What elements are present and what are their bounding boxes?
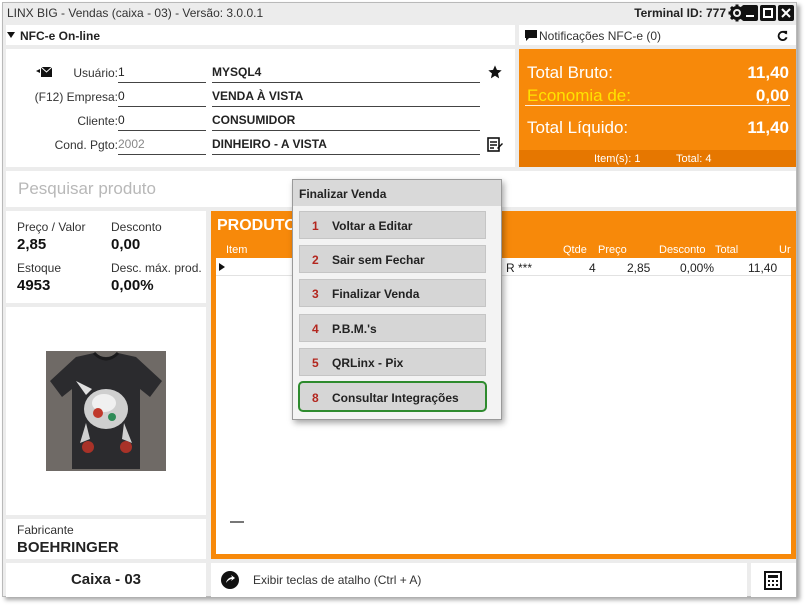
economia-label: Economia de: [527, 86, 631, 105]
pbm-button[interactable]: 4 P.B.M.'s [299, 314, 486, 342]
fabricante-value: BOEHRINGER [17, 539, 119, 556]
total-bruto-row: Total Bruto: 11,40 [527, 63, 789, 85]
title-bar: LINX BIG - Vendas (caixa - 03) - Versão:… [3, 3, 796, 23]
nfce-online-header[interactable]: NFC-e On-line [6, 25, 515, 45]
voltar-editar-button[interactable]: 1 Voltar a Editar [299, 211, 486, 239]
cond-pgto-code-input[interactable]: 2002 [118, 137, 206, 155]
preco-value: 2,85 [17, 236, 47, 253]
cliente-row: Cliente: 0 CONSUMIDOR [6, 109, 515, 131]
minimize-button[interactable] [742, 5, 758, 21]
empresa-code-input[interactable]: 0 [118, 89, 206, 107]
close-button[interactable] [778, 5, 794, 21]
row-preco: 2,85 [627, 261, 651, 275]
total-liquido-label: Total Líquido: [527, 118, 629, 137]
col-total[interactable]: Total [715, 244, 738, 256]
usuario-name: MYSQL4 [212, 65, 480, 83]
fabricante-panel: Fabricante BOEHRINGER [6, 519, 206, 559]
estoque-label: Estoque [17, 261, 62, 275]
col-desconto[interactable]: Desconto [659, 244, 705, 256]
nfce-online-label: NFC-e On-line [20, 29, 100, 43]
notifications-header: Notificações NFC-e (0) [519, 25, 796, 45]
edit-list-icon[interactable] [487, 136, 503, 152]
refresh-icon[interactable] [777, 30, 788, 41]
usuario-code-input[interactable]: 1 [118, 65, 206, 83]
close-icon [781, 8, 791, 18]
cliente-name: CONSUMIDOR [212, 113, 480, 131]
col-preco[interactable]: Preço [598, 244, 627, 256]
preco-label: Preço / Valor [17, 220, 86, 234]
shortcut-bar[interactable]: Exibir teclas de atalho (Ctrl + A) [211, 563, 747, 597]
finalizar-venda-button[interactable]: 3 Finalizar Venda [299, 279, 486, 307]
total-bruto-label: Total Bruto: [527, 63, 613, 82]
horizontal-scrollbar[interactable] [230, 521, 244, 523]
caret-down-icon [7, 32, 15, 38]
empresa-name: VENDA À VISTA [212, 89, 480, 107]
total-bruto-value: 11,40 [747, 63, 789, 82]
cond-pgto-row: Cond. Pgto: 2002 DINHEIRO - A VISTA [6, 133, 515, 155]
caixa-panel: Caixa - 03 [6, 563, 206, 597]
fabricante-label: Fabricante [17, 523, 74, 537]
product-photo-panel [6, 307, 206, 515]
minimize-icon [746, 15, 754, 17]
dialog-header: Finalizar Venda [293, 180, 501, 206]
qrlinx-pix-button[interactable]: 5 QRLinx - Pix [299, 348, 486, 376]
cliente-label: Cliente: [77, 114, 118, 128]
row-qtde: 4 [589, 261, 596, 275]
col-item[interactable]: Item [226, 244, 247, 256]
total-count: Total: 4 [676, 153, 712, 165]
total-liquido-row: Total Líquido: 11,40 [527, 118, 789, 140]
row-pointer-icon [219, 263, 225, 271]
envelope-icon [36, 67, 52, 77]
sair-sem-fechar-button[interactable]: 2 Sair sem Fechar [299, 245, 486, 273]
estoque-value: 4953 [17, 277, 51, 294]
empresa-row: (F12) Empresa: 0 VENDA À VISTA [6, 85, 515, 107]
maximize-icon [763, 8, 773, 18]
calculator-icon [764, 571, 782, 590]
product-photo [46, 351, 166, 471]
usuario-row: Usuário: 1 MYSQL4 [6, 61, 515, 83]
item-count: Item(s): 1 [594, 153, 641, 165]
maximize-button[interactable] [760, 5, 776, 21]
row-total: 11,40 [748, 261, 778, 275]
finalizar-venda-dialog: Finalizar Venda 1 Voltar a Editar 2 Sair… [292, 179, 502, 420]
cond-pgto-name: DINHEIRO - A VISTA [212, 137, 480, 155]
terminal-id: Terminal ID: 777 [634, 6, 726, 20]
usuario-label: Usuário: [73, 66, 118, 80]
totals-divider [525, 105, 790, 106]
caixa-label: Caixa - 03 [70, 571, 142, 588]
desc-max-value: 0,00% [111, 277, 154, 294]
notifications-label: Notificações NFC-e (0) [539, 29, 662, 43]
product-info-panel: Preço / Valor 2,85 Desconto 0,00 Estoque… [6, 211, 206, 303]
window-title: LINX BIG - Vendas (caixa - 03) - Versão:… [7, 6, 264, 20]
row-description: R *** [506, 261, 533, 275]
products-title: PRODUTO [217, 217, 297, 234]
cliente-code-input[interactable]: 0 [118, 113, 206, 131]
row-desconto: 0,00% [680, 261, 715, 275]
cond-pgto-label: Cond. Pgto: [54, 138, 118, 152]
col-qtde[interactable]: Qtde [563, 244, 587, 256]
star-icon[interactable] [487, 64, 503, 80]
desconto-label: Desconto [111, 220, 162, 234]
empresa-label: (F12) Empresa: [34, 90, 118, 104]
consultar-integracoes-button[interactable]: 8 Consultar Integrações [298, 381, 487, 412]
total-liquido-value: 11,40 [747, 118, 789, 137]
chat-bubble-icon [525, 30, 537, 41]
totals-footer: Item(s): 1 Total: 4 [519, 150, 796, 167]
desconto-value: 0,00 [111, 236, 141, 253]
shortcut-label: Exibir teclas de atalho (Ctrl + A) [253, 573, 422, 587]
totals-panel: Total Bruto: 11,40 Economia de: 0,00 Tot… [519, 49, 796, 167]
desc-max-label: Desc. máx. prod. [111, 261, 202, 275]
col-un[interactable]: Ur [779, 244, 791, 256]
dialog-title: Finalizar Venda [299, 187, 387, 201]
arrow-circle-icon [221, 571, 239, 589]
calculator-button[interactable] [751, 563, 796, 597]
sale-header-form: Usuário: 1 MYSQL4 (F12) Empresa: 0 VENDA… [6, 49, 515, 167]
economia-value: 0,00 [755, 86, 789, 105]
